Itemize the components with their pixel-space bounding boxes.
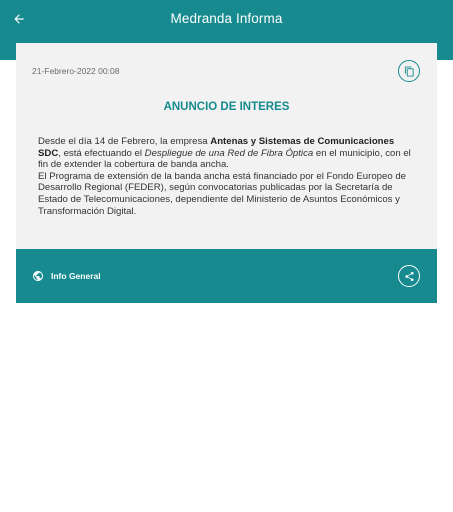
- project-name: Despliegue de una Red de Fibra Óptica: [144, 147, 314, 159]
- share-icon: [404, 271, 414, 281]
- post-date: 21-Febrero-2022 00:08: [32, 66, 120, 76]
- share-button[interactable]: [398, 265, 420, 287]
- category-label[interactable]: Info General: [51, 271, 101, 281]
- copy-icon: [404, 65, 414, 77]
- globe-icon: [33, 271, 43, 281]
- news-card: 21-Febrero-2022 00:08 ANUNCIO DE INTERES…: [16, 43, 437, 249]
- body-paragraph-2: El Programa de extensión de la banda anc…: [38, 170, 407, 217]
- headline: ANUNCIO DE INTERES: [163, 101, 290, 113]
- card-footer: Info General: [16, 249, 437, 303]
- article-body: Desde el día 14 de Febrero, la empresa A…: [38, 136, 418, 217]
- body-text-segment: , está efectuando el: [58, 147, 145, 159]
- body-text-segment: Desde el día 14 de Febrero, la empresa: [38, 136, 211, 147]
- app-title: Medranda Informa: [170, 11, 283, 26]
- copy-button[interactable]: [398, 60, 420, 82]
